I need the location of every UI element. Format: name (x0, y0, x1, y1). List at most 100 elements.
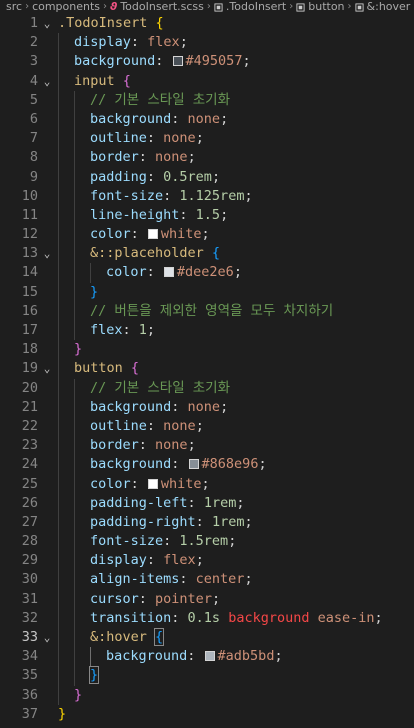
indent-guide (58, 512, 59, 533)
fold-chevron-icon[interactable]: ⌄ (40, 359, 54, 378)
code-line[interactable]: 12 color: white; (0, 225, 414, 245)
code-line[interactable]: 2 display: flex; (0, 33, 414, 53)
code-token: ; (374, 609, 383, 626)
code-token: outline (90, 130, 147, 147)
indent-guide (58, 340, 59, 360)
indent-guide (58, 263, 59, 283)
line-content: font-size: 1.125rem; (58, 186, 253, 206)
breadcrumb-item[interactable]: components (32, 0, 100, 14)
code-token: : (130, 475, 147, 492)
code-token: none (187, 398, 221, 415)
indent-guide (58, 52, 59, 72)
color-swatch[interactable] (163, 267, 174, 278)
code-line[interactable]: 18} (0, 340, 414, 360)
code-token: color (106, 264, 147, 281)
code-token: flex (163, 552, 196, 569)
code-token: background (90, 110, 172, 127)
fold-chevron-icon[interactable]: ⌄ (40, 72, 54, 91)
line-content: outline: none; (58, 129, 204, 149)
code-line[interactable]: 23 border: none; (0, 436, 414, 456)
code-line[interactable]: 20 // 기본 스타일 초기화 (0, 378, 414, 398)
code-token: padding-left (90, 494, 188, 511)
code-editor[interactable]: src › components › ϑ TodoInsert.scss › .TodoIns… (0, 0, 414, 728)
indent-guide (58, 474, 59, 494)
fold-chevron-icon[interactable]: ⌄ (40, 628, 54, 647)
code-token: : (187, 494, 204, 511)
code-line[interactable]: 26 padding-left: 1rem; (0, 493, 414, 513)
code-token: ; (228, 533, 237, 550)
color-swatch[interactable] (172, 56, 183, 67)
code-token: #495057 (185, 53, 243, 70)
code-line[interactable]: 27 padding-right: 1rem; (0, 512, 414, 533)
code-token: 0.1s (187, 609, 221, 626)
code-line[interactable]: 28 font-size: 1.5rem; (0, 532, 414, 552)
breadcrumb-item[interactable]: TodoInsert.scss (120, 0, 204, 14)
code-token: : (163, 533, 180, 550)
color-swatch[interactable] (147, 229, 158, 240)
code-line[interactable]: 1 ⌄ .TodoInsert { (0, 14, 414, 33)
indent-guide (74, 129, 75, 149)
chevron-right-icon: › (103, 1, 108, 12)
code-line[interactable]: 37} (0, 705, 414, 724)
indent-guide (74, 186, 75, 206)
color-swatch[interactable] (147, 478, 158, 489)
code-line[interactable]: 10 font-size: 1.125rem; (0, 186, 414, 206)
code-token: 1.5 (195, 206, 221, 223)
code-line[interactable]: 14 color: #dee2e6; (0, 263, 414, 283)
indent-guide (74, 109, 75, 130)
code-line[interactable]: 5 // 기본 스타일 초기화 (0, 90, 414, 110)
symbol-class-icon (296, 2, 305, 12)
breadcrumb-item[interactable]: .TodoInsert (226, 0, 286, 14)
code-token: align-items (90, 571, 180, 588)
code-line[interactable]: 30 align-items: center; (0, 570, 414, 590)
code-line[interactable]: 31 cursor: pointer; (0, 589, 414, 609)
code-area[interactable]: 1 ⌄ .TodoInsert {2 display: flex; 3 backgroun… (0, 14, 414, 724)
line-gutter: 10 (0, 187, 58, 206)
code-line[interactable]: 35} (0, 666, 414, 686)
code-line[interactable]: 19 ⌄ button { (0, 359, 414, 379)
code-token: ; (244, 187, 253, 204)
code-line[interactable]: 24 background: #868e96; (0, 455, 414, 475)
code-line[interactable]: 36} (0, 685, 414, 705)
code-line[interactable]: 21 background: none; (0, 397, 414, 417)
code-line[interactable]: 9 padding: 0.5rem; (0, 167, 414, 187)
code-line[interactable]: 22 outline: none; (0, 416, 414, 437)
code-token: button (74, 360, 131, 377)
code-line[interactable]: 4 ⌄ input { (0, 71, 414, 91)
code-token: : (171, 609, 188, 626)
fold-chevron-icon[interactable]: ⌄ (40, 244, 54, 263)
chevron-right-icon: › (25, 1, 30, 12)
code-line[interactable]: 34 background: #adb5bd; (0, 647, 414, 667)
code-line[interactable]: 6 background: none; (0, 109, 414, 130)
chevron-right-icon: › (347, 1, 352, 12)
fold-chevron-icon[interactable]: ⌄ (40, 14, 54, 33)
code-line[interactable]: 17 flex: 1; (0, 321, 414, 341)
code-line[interactable]: 25 color: white; (0, 474, 414, 494)
breadcrumb-item[interactable]: &:hover (367, 0, 411, 14)
indent-guide (74, 397, 75, 417)
code-line[interactable]: 11 line-height: 1.5; (0, 205, 414, 226)
indent-guide (58, 301, 59, 321)
breadcrumb-item[interactable]: button (308, 0, 344, 14)
breadcrumb-item[interactable]: src (6, 0, 22, 14)
color-swatch[interactable] (204, 651, 215, 662)
indent-guide (74, 512, 75, 533)
indent-guide (58, 167, 59, 187)
line-gutter: 6 (0, 110, 58, 129)
code-line[interactable]: 33 ⌄ &:hover { (0, 628, 414, 648)
code-line[interactable]: 15} (0, 282, 414, 302)
code-token: ; (274, 648, 283, 665)
code-line[interactable]: 13 ⌄ &::placeholder { (0, 244, 414, 264)
code-line[interactable]: 32 transition: 0.1s background ease-in; (0, 608, 414, 628)
code-token: ; (201, 226, 210, 243)
code-line[interactable]: 8 border: none; (0, 148, 414, 168)
code-token: : (146, 168, 164, 185)
code-line[interactable]: 29 display: flex; (0, 551, 414, 571)
code-line[interactable]: 7 outline: none; (0, 129, 414, 149)
symbol-class-icon (354, 2, 364, 12)
color-swatch[interactable] (188, 459, 199, 470)
code-line[interactable]: 3 background: #495057; (0, 52, 414, 72)
code-token: ; (242, 53, 251, 70)
indent-guide (58, 148, 59, 168)
code-line[interactable]: 16 // 버튼을 제외한 영역을 모두 차지하기 (0, 301, 414, 321)
